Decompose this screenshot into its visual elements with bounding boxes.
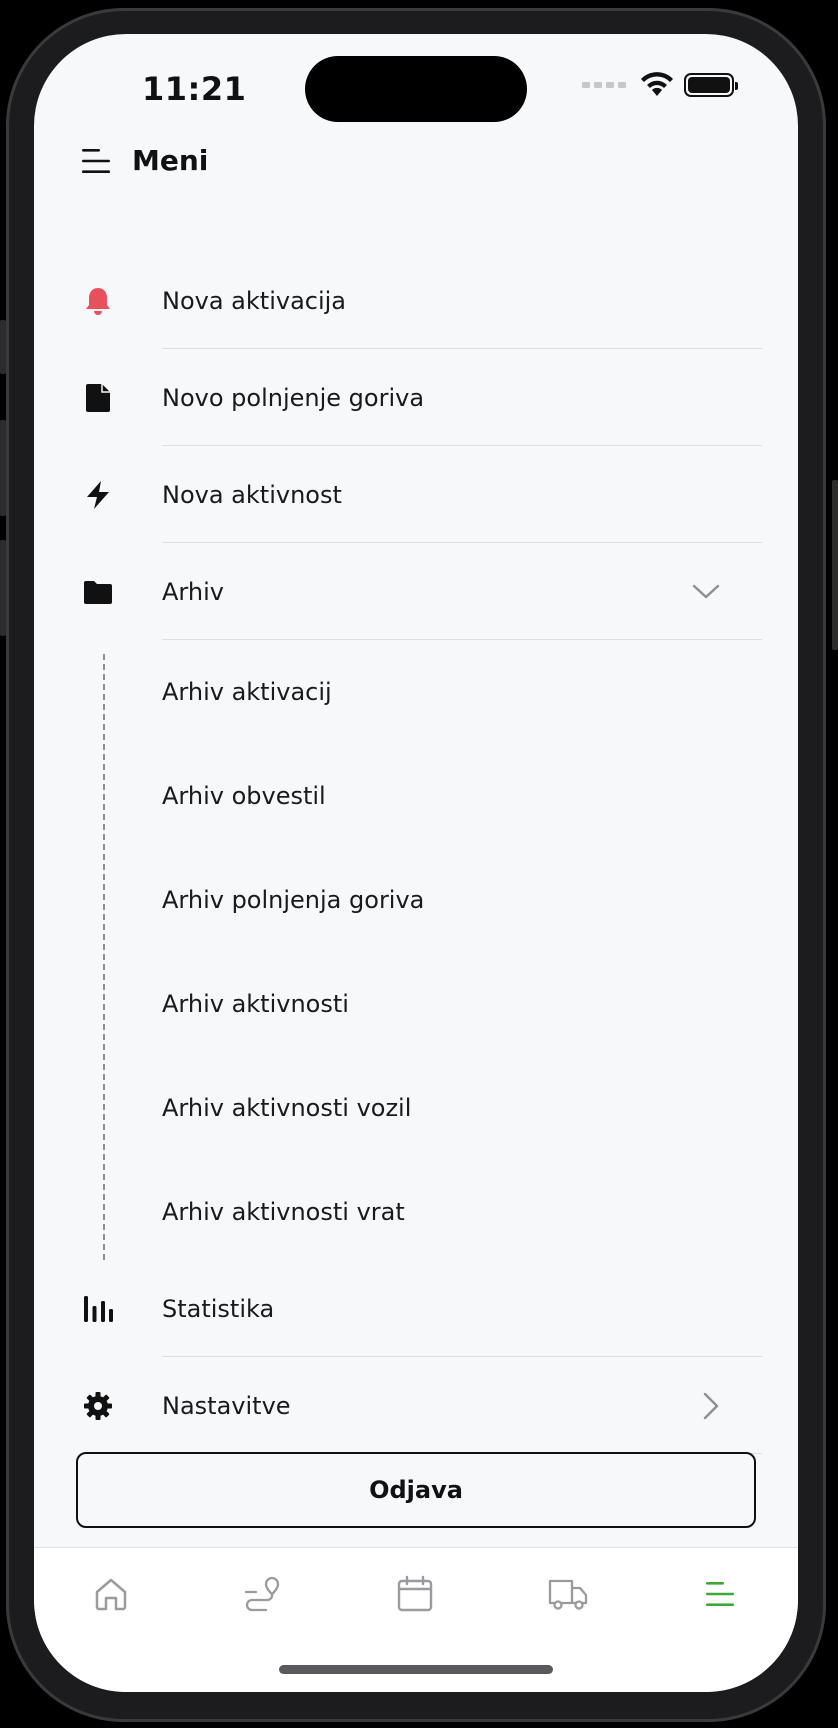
gear-icon <box>82 1390 114 1422</box>
submenu-item-arhiv-aktivnosti[interactable]: Arhiv aktivnosti <box>34 952 798 1056</box>
tab-vehicles[interactable] <box>548 1574 588 1614</box>
menu-item-label: Nova aktivacija <box>162 286 347 315</box>
submenu-item-arhiv-obvestil[interactable]: Arhiv obvestil <box>34 744 798 848</box>
menu-item-label: Novo polnjenje goriva <box>162 383 425 412</box>
status-time: 11:21 <box>142 70 247 108</box>
submenu-item-label: Arhiv aktivnosti <box>162 990 349 1018</box>
chevron-right-icon[interactable] <box>702 1392 720 1420</box>
volume-up-button <box>0 420 6 516</box>
chevron-down-icon[interactable] <box>692 583 720 601</box>
menu-item-nova-aktivnost[interactable]: Nova aktivnost <box>34 446 798 543</box>
status-icons <box>582 72 738 98</box>
submenu-item-arhiv-polnjenja-goriva[interactable]: Arhiv polnjenja goriva <box>34 848 798 952</box>
side-button <box>0 320 6 374</box>
wifi-icon <box>641 72 673 96</box>
menu-item-statistika[interactable]: Statistika <box>34 1260 798 1357</box>
menu-item-novo-polnjenje-goriva[interactable]: Novo polnjenje goriva <box>34 349 798 446</box>
menu-icon <box>706 1582 734 1606</box>
power-button <box>832 480 838 650</box>
arhiv-submenu: Arhiv aktivacij Arhiv obvestil Arhiv pol… <box>34 640 798 1260</box>
menu-item-nastavitve[interactable]: Nastavitve <box>34 1357 798 1454</box>
submenu-item-label: Arhiv aktivnosti vrat <box>162 1198 405 1226</box>
submenu-item-label: Arhiv aktivacij <box>162 678 332 706</box>
submenu-item-label: Arhiv aktivnosti vozil <box>162 1094 412 1122</box>
tab-calendar[interactable] <box>395 1574 435 1614</box>
home-icon <box>95 1578 127 1611</box>
menu-item-label: Nastavitve <box>162 1391 291 1420</box>
submenu-item-arhiv-aktivnosti-vrat[interactable]: Arhiv aktivnosti vrat <box>34 1160 798 1264</box>
calendar-icon <box>397 1575 433 1612</box>
tab-route[interactable] <box>242 1574 282 1614</box>
logout-button[interactable]: Odjava <box>76 1452 756 1528</box>
submenu-item-arhiv-aktivnosti-vozil[interactable]: Arhiv aktivnosti vozil <box>34 1056 798 1160</box>
menu-list: Nova aktivacija Novo polnjenje goriva No… <box>34 252 798 1454</box>
truck-icon <box>548 1579 588 1610</box>
submenu-item-arhiv-aktivacij[interactable]: Arhiv aktivacij <box>34 640 798 744</box>
menu-icon[interactable] <box>82 148 112 174</box>
volume-down-button <box>0 540 6 636</box>
cellular-signal-icon <box>582 82 626 88</box>
screen: 11:21 Meni Nova aktivacija Novo polnjenj… <box>34 34 798 1692</box>
folder-icon <box>82 576 114 608</box>
lightning-icon <box>82 479 114 511</box>
fuel-document-icon <box>82 382 114 414</box>
menu-item-label: Statistika <box>162 1294 275 1323</box>
header: Meni <box>82 144 208 177</box>
menu-item-nova-aktivacija[interactable]: Nova aktivacija <box>34 252 798 349</box>
menu-item-label: Arhiv <box>162 577 224 606</box>
home-indicator <box>279 1665 553 1674</box>
bell-icon <box>82 285 114 317</box>
submenu-item-label: Arhiv obvestil <box>162 782 326 810</box>
menu-item-label: Nova aktivnost <box>162 480 342 509</box>
tab-bar <box>34 1547 798 1692</box>
tab-menu[interactable] <box>700 1574 740 1614</box>
dynamic-island <box>305 56 527 122</box>
route-icon <box>244 1576 280 1612</box>
page-title: Meni <box>132 144 209 177</box>
tab-home[interactable] <box>91 1574 131 1614</box>
menu-item-arhiv[interactable]: Arhiv <box>34 543 798 640</box>
submenu-item-label: Arhiv polnjenja goriva <box>162 886 425 914</box>
battery-icon <box>684 73 738 97</box>
bar-chart-icon <box>82 1293 114 1325</box>
